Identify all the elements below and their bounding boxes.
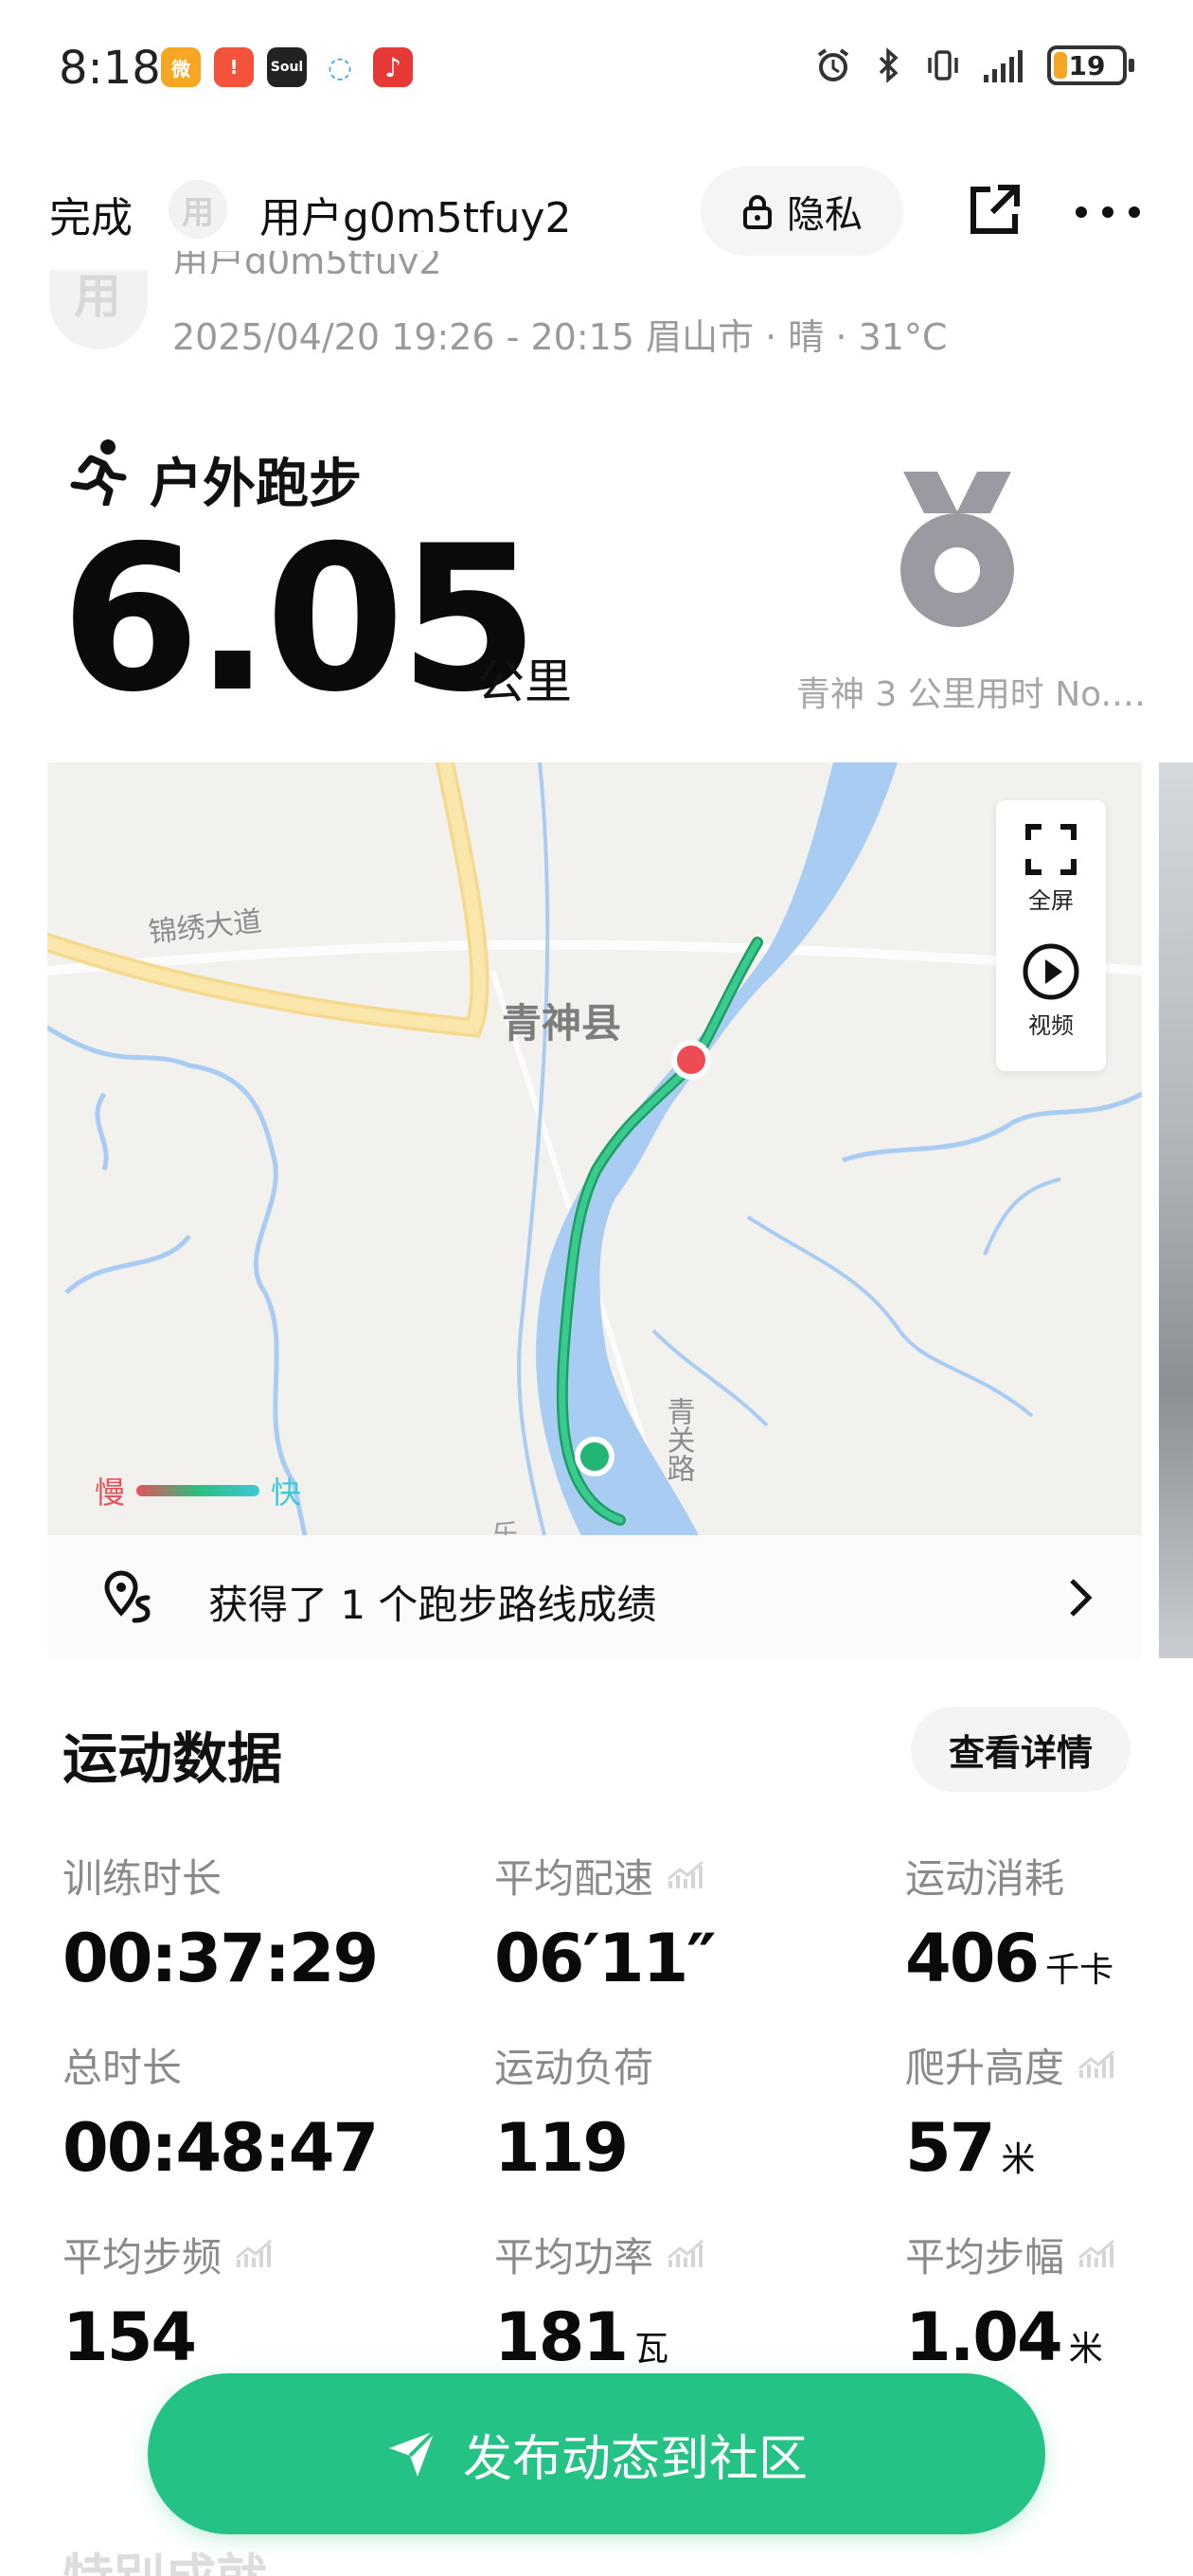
chat-app-icon: ◌ — [320, 47, 360, 87]
privacy-button[interactable]: 隐私 — [701, 167, 903, 256]
user-name-text: 用户g0m5tfuy2 — [172, 251, 442, 274]
stat-value: 406 — [905, 1920, 1040, 1997]
stat-value: 154 — [62, 2299, 197, 2376]
speed-legend: 慢 快 — [95, 1469, 301, 1512]
stat-average-cadence[interactable]: 平均步频 154 — [62, 2226, 273, 2370]
route-achievement-row[interactable]: 获得了 1 个跑步路线成绩 — [47, 1535, 1142, 1658]
stat-unit: 米 — [1001, 2140, 1036, 2179]
user-avatar-text: 用 — [74, 270, 121, 324]
activity-meta: 2025/04/20 19:26 - 20:15 眉山市 · 晴 · 31°C — [172, 316, 948, 358]
trend-chart-icon — [1078, 2049, 1115, 2078]
more-options-icon[interactable] — [1070, 193, 1146, 231]
battery-icon: 19 — [1047, 45, 1134, 85]
header-username[interactable]: 用户g0m5tfuy2 — [259, 184, 571, 244]
stat-value: 181 — [494, 2299, 629, 2376]
stat-training-duration: 训练时长 00:37:29 — [62, 1847, 379, 1992]
fullscreen-button[interactable]: 全屏 — [996, 823, 1106, 915]
alarm-icon — [817, 48, 849, 81]
stat-value: 1.04 — [905, 2299, 1063, 2376]
lock-icon — [743, 195, 772, 229]
next-card-peek[interactable] — [1159, 762, 1193, 1658]
stat-label: 爬升高度 — [905, 2045, 1065, 2091]
vibrate-icon — [928, 50, 958, 80]
running-icon — [70, 439, 127, 506]
stat-unit: 瓦 — [634, 2330, 669, 2369]
publish-to-community-button[interactable]: 发布动态到社区 — [148, 2373, 1045, 2534]
stat-label: 训练时长 — [62, 1855, 223, 1902]
stat-average-pace[interactable]: 平均配速 06′11″ — [494, 1847, 717, 1992]
stat-value: 00:37:29 — [62, 1920, 379, 1997]
top-bar: 完成 用 用户g0m5tfuy2 隐私 — [0, 161, 1193, 265]
send-icon — [388, 2429, 436, 2477]
route-pin-icon — [104, 1570, 151, 1623]
status-time: 8:18 — [59, 42, 161, 95]
video-label: 视频 — [1028, 1012, 1074, 1039]
stat-value: 119 — [494, 2109, 629, 2187]
medal-caption[interactable]: 青神 3 公里用时 No.… — [776, 667, 1146, 716]
speed-fast-label: 快 — [271, 1475, 302, 1511]
notification-icons: 微 ! Soul ◌ ♪ — [161, 47, 413, 87]
weibo-icon: 微 — [161, 47, 201, 87]
special-achievements-title: 特别成就 — [62, 2544, 267, 2576]
distance-value: 6.05 — [61, 502, 539, 736]
map-label-town: 青神县 — [502, 1000, 621, 1046]
stat-unit: 米 — [1068, 2330, 1103, 2369]
special-achievements-text: 特别成就 — [62, 2544, 267, 2576]
play-icon — [1023, 943, 1079, 1000]
stat-label: 运动负荷 — [494, 2045, 654, 2091]
map-label-street: 青关路 — [662, 1397, 695, 1482]
speed-gradient-bar — [136, 1485, 260, 1496]
privacy-label: 隐私 — [787, 193, 863, 237]
stat-label: 运动消耗 — [905, 1855, 1065, 1902]
stat-training-load: 运动负荷 119 — [494, 2036, 653, 2181]
route-map[interactable]: 锦绣大道 青神县 青关路 乐青 全屏 视频 慢 快 获得了 1 个跑步路线成绩 — [47, 762, 1142, 1658]
signal-icon — [984, 50, 1023, 82]
trend-chart-icon — [668, 2239, 704, 2267]
trend-chart-icon — [236, 2239, 273, 2267]
trend-chart-icon — [1078, 2239, 1115, 2267]
chevron-right-icon — [1070, 1579, 1093, 1617]
stat-average-stride[interactable]: 平均步幅 1.04 米 — [905, 2226, 1115, 2370]
system-icons: 19 — [814, 45, 1134, 85]
stat-label: 平均配速 — [494, 1855, 654, 1902]
stat-value: 00:48:47 — [62, 2109, 379, 2187]
stat-calories: 运动消耗 406 千卡 — [905, 1847, 1113, 1992]
app-red-icon: ! — [214, 47, 254, 87]
battery-level: 19 — [1068, 49, 1106, 81]
stat-label: 平均步频 — [62, 2234, 223, 2281]
view-details-button[interactable]: 查看详情 — [911, 1707, 1131, 1792]
stat-elevation-gain[interactable]: 爬升高度 57 米 — [905, 2036, 1115, 2181]
share-icon[interactable] — [966, 182, 1023, 239]
video-button[interactable]: 视频 — [996, 942, 1106, 1040]
user-avatar-small: 用 — [49, 270, 148, 349]
stat-average-power[interactable]: 平均功率 181 瓦 — [494, 2226, 704, 2370]
soul-icon: Soul — [267, 47, 307, 87]
status-bar: 8:18 微 ! Soul ◌ ♪ 19 — [0, 0, 1193, 142]
map-canvas[interactable]: 锦绣大道 青神县 青关路 乐青 — [47, 762, 1142, 1658]
fullscreen-label: 全屏 — [1028, 887, 1074, 914]
stat-label: 总时长 — [62, 2045, 183, 2091]
distance-unit: 公里 — [477, 654, 572, 709]
avatar[interactable]: 用 — [169, 180, 227, 239]
publish-label: 发布动态到社区 — [462, 2430, 808, 2488]
stat-unit: 千卡 — [1045, 1951, 1114, 1990]
stat-total-duration: 总时长 00:48:47 — [62, 2036, 379, 2181]
medal-icon[interactable] — [896, 468, 1019, 638]
stat-value: 57 — [905, 2109, 995, 2187]
route-achievement-text: 获得了 1 个跑步路线成绩 — [208, 1582, 657, 1628]
start-marker — [575, 1437, 614, 1476]
fullscreen-icon — [1025, 824, 1077, 875]
netease-music-icon: ♪ — [373, 47, 413, 87]
map-toolbar: 全屏 视频 — [996, 800, 1106, 1071]
speed-slow-label: 慢 — [95, 1475, 126, 1511]
end-marker — [671, 1040, 711, 1080]
stat-value: 06′11″ — [494, 1920, 717, 1997]
trend-chart-icon — [668, 1860, 704, 1888]
stats-section-title: 运动数据 — [62, 1726, 283, 1791]
done-button[interactable]: 完成 — [49, 184, 133, 244]
bluetooth-icon — [879, 47, 899, 83]
user-name-clipped: 用户g0m5tfuy2 — [172, 251, 456, 274]
stat-label: 平均步幅 — [905, 2234, 1065, 2281]
stat-label: 平均功率 — [494, 2234, 654, 2281]
